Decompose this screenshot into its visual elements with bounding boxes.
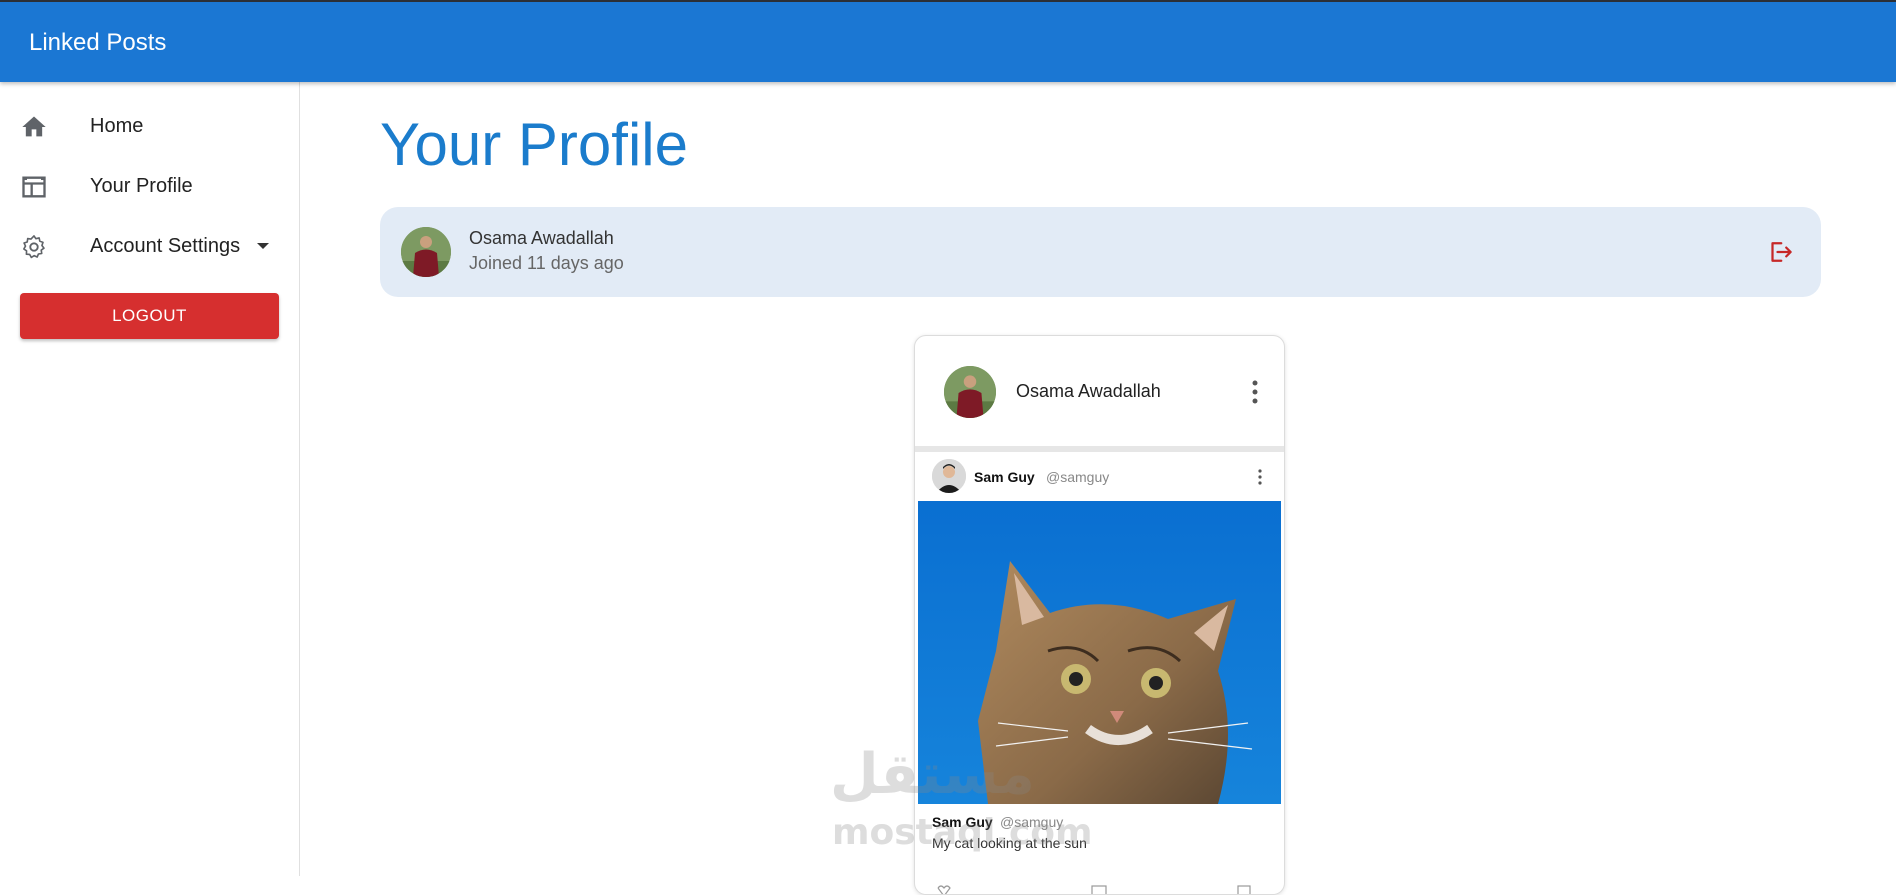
sidebar-item-label: Account Settings [90, 235, 241, 257]
embed-author-handle: @samguy [1046, 469, 1110, 485]
profile-name: Osama Awadallah [469, 228, 614, 248]
cat-photo [918, 501, 1281, 804]
sidebar: Home Your Profile Account Settings LOGOU… [0, 82, 300, 876]
logout-icon[interactable] [1765, 237, 1795, 267]
embed-author-name: Sam Guy [974, 469, 1035, 485]
profile-joined-date: Joined 11 days ago [469, 253, 624, 273]
avatar [932, 459, 966, 493]
logout-button[interactable]: LOGOUT [20, 293, 279, 339]
sidebar-item-your-profile[interactable]: Your Profile [0, 157, 299, 213]
sidebar-item-home[interactable]: Home [0, 97, 299, 153]
post-author-name: Osama Awadallah [1016, 381, 1161, 401]
more-vert-icon[interactable] [1249, 378, 1261, 406]
sidebar-item-label: Home [90, 115, 144, 137]
embed-caption-text: My cat looking at the sun [932, 835, 1087, 851]
avatar [944, 366, 996, 418]
post-card: Osama Awadallah Sam Guy @samguy Sam Guy … [914, 335, 1285, 895]
sidebar-item-label: Your Profile [90, 175, 193, 197]
post-image: Sam Guy @samguy Sam Guy @samguy My cat l… [918, 452, 1281, 894]
avatar [401, 227, 451, 277]
sidebar-item-account-settings[interactable]: Account Settings [0, 217, 299, 273]
home-icon [22, 116, 46, 137]
app-title: Linked Posts [29, 29, 167, 56]
page-title: Your Profile [380, 111, 688, 178]
app-bar: Linked Posts [0, 0, 1896, 82]
post-actions-row [937, 885, 1251, 894]
gear-icon [23, 235, 45, 259]
embed-caption-author-handle: @samguy [1000, 814, 1064, 830]
table-layout-icon [22, 176, 46, 198]
more-vert-icon [1258, 469, 1262, 485]
chevron-down-icon[interactable] [257, 243, 269, 249]
profile-summary-card: Osama Awadallah Joined 11 days ago [380, 207, 1821, 297]
embed-caption-author-name: Sam Guy [932, 814, 993, 830]
